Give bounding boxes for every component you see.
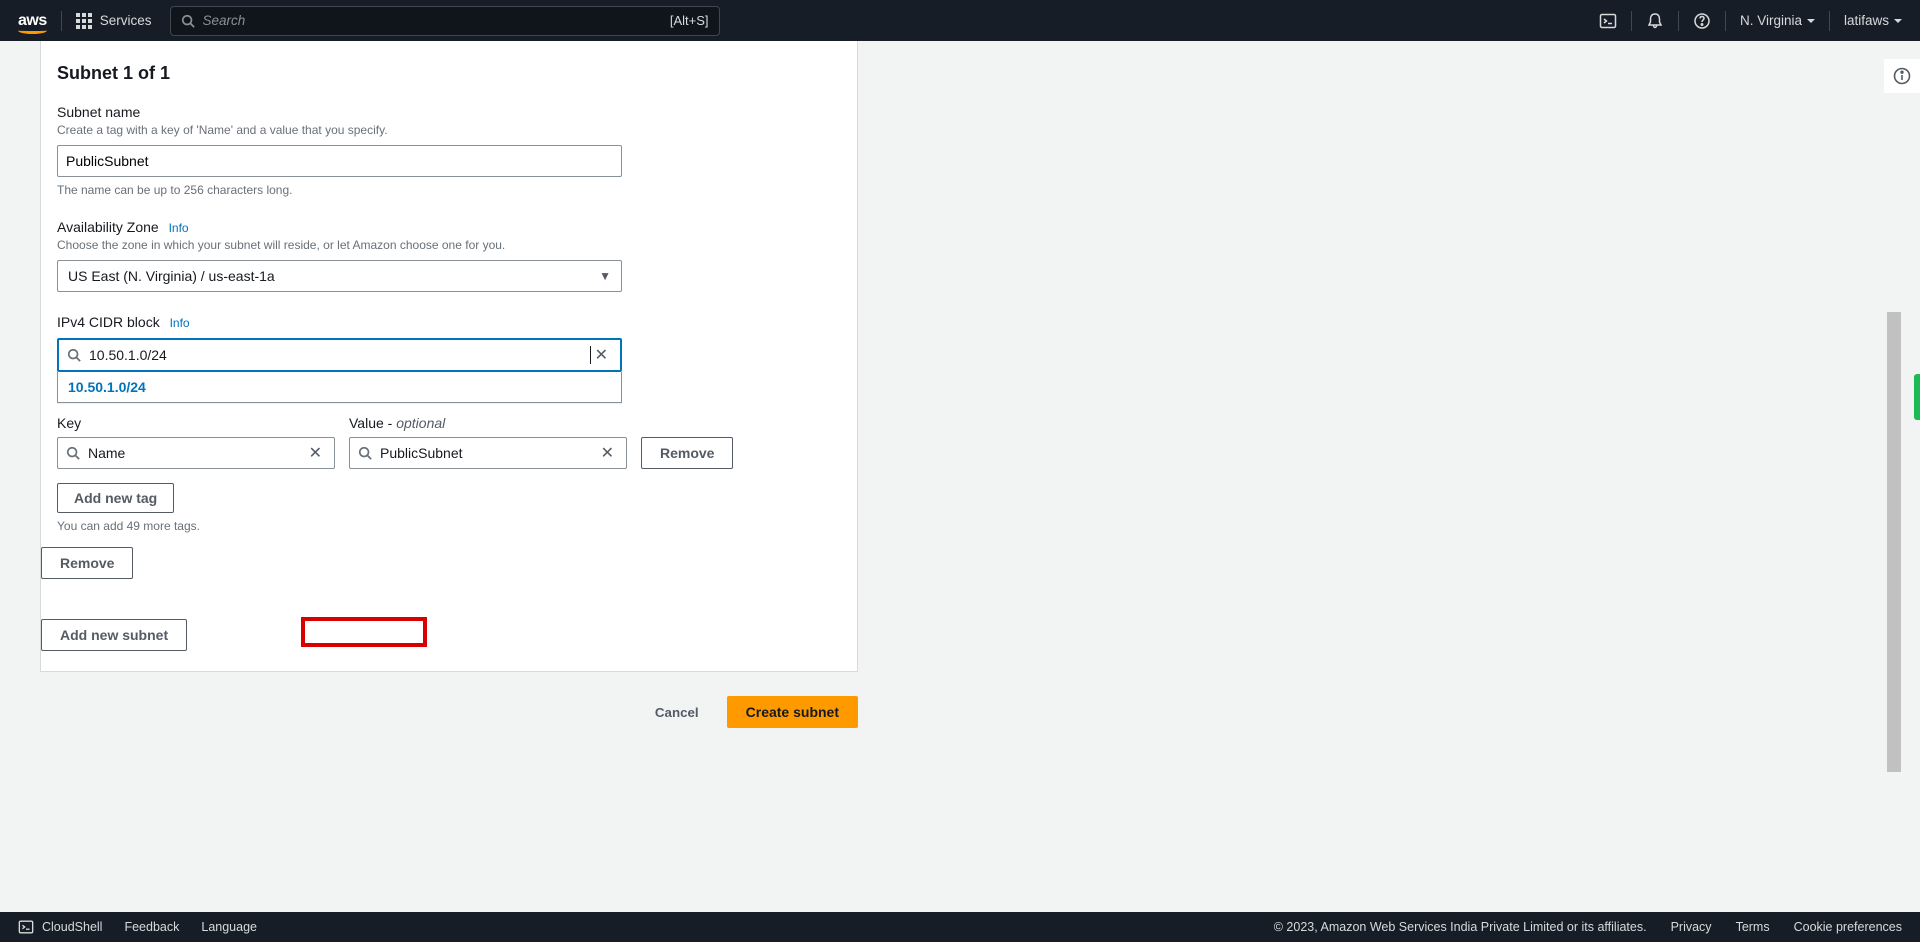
add-subnet-button[interactable]: Add new subnet: [41, 619, 187, 651]
cidr-label: IPv4 CIDR block: [57, 314, 160, 330]
aws-logo[interactable]: aws: [18, 12, 47, 30]
cookie-preferences-link[interactable]: Cookie preferences: [1794, 920, 1902, 934]
search-placeholder: Search: [203, 13, 662, 28]
terms-link[interactable]: Terms: [1736, 920, 1770, 934]
key-column-label: Key: [57, 415, 335, 431]
az-hint: Choose the zone in which your subnet wil…: [57, 238, 841, 252]
chevron-down-icon: ▼: [599, 269, 611, 283]
nav-divider: [1725, 11, 1726, 31]
tag-value-input[interactable]: PublicSubnet ✕: [349, 437, 627, 469]
region-selector[interactable]: N. Virginia: [1740, 13, 1815, 28]
workspace: Subnet 1 of 1 Subnet name Create a tag w…: [0, 41, 1920, 912]
cloudshell-button[interactable]: CloudShell: [18, 919, 102, 935]
help-icon[interactable]: [1693, 12, 1711, 30]
subnet-name-label: Subnet name: [57, 104, 140, 120]
az-value: US East (N. Virginia) / us-east-1a: [68, 268, 275, 284]
cloudshell-icon: [18, 919, 34, 935]
caret-down-icon: [1894, 19, 1902, 23]
annotation-highlight: [301, 617, 427, 647]
az-label: Availability Zone: [57, 219, 159, 235]
cancel-button[interactable]: Cancel: [637, 696, 717, 728]
side-tab[interactable]: [1914, 374, 1920, 420]
value-column-label: Value - optional: [349, 415, 627, 431]
remove-tag-button[interactable]: Remove: [641, 437, 733, 469]
account-menu[interactable]: latifaws: [1844, 13, 1902, 28]
az-select[interactable]: US East (N. Virginia) / us-east-1a ▼: [57, 260, 622, 292]
clear-icon[interactable]: ✕: [597, 443, 618, 463]
tag-value-value: PublicSubnet: [380, 445, 597, 461]
language-link[interactable]: Language: [201, 920, 257, 934]
nav-divider: [1631, 11, 1632, 31]
action-row: Cancel Create subnet: [40, 696, 858, 728]
nav-divider: [61, 11, 62, 31]
search-hint: [Alt+S]: [670, 13, 709, 28]
subnet-panel: Subnet 1 of 1 Subnet name Create a tag w…: [40, 41, 858, 672]
subnet-name-input[interactable]: [57, 145, 622, 177]
bottomnav: CloudShell Feedback Language © 2023, Ama…: [0, 912, 1920, 942]
subnet-name-hint: Create a tag with a key of 'Name' and a …: [57, 123, 841, 137]
add-tag-button[interactable]: Add new tag: [57, 483, 174, 513]
cloudshell-icon[interactable]: [1599, 12, 1617, 30]
services-label: Services: [100, 13, 152, 28]
tag-key-input[interactable]: Name ✕: [57, 437, 335, 469]
search-icon: [181, 14, 195, 28]
services-menu[interactable]: Services: [76, 13, 152, 29]
tag-key-value: Name: [88, 445, 305, 461]
tag-limit-hint: You can add 49 more tags.: [57, 519, 841, 533]
search-icon: [66, 446, 80, 460]
copyright-text: © 2023, Amazon Web Services India Privat…: [1274, 920, 1647, 934]
search-icon: [358, 446, 372, 460]
subnet-name-block: Subnet name Create a tag with a key of '…: [41, 100, 857, 197]
az-info-link[interactable]: Info: [169, 221, 189, 235]
cidr-info-link[interactable]: Info: [170, 316, 190, 330]
nav-divider: [1678, 11, 1679, 31]
topnav: aws Services Search [Alt+S] N. Virginia …: [0, 0, 1920, 41]
global-search[interactable]: Search [Alt+S]: [170, 6, 720, 36]
clear-icon[interactable]: ✕: [305, 443, 326, 463]
cidr-block: IPv4 CIDR block Info 10.50.1.0/24 ✕ 10.5…: [41, 310, 857, 403]
grid-icon: [76, 13, 92, 29]
cidr-input[interactable]: 10.50.1.0/24 ✕: [57, 338, 622, 372]
subnet-name-below-hint: The name can be up to 256 characters lon…: [57, 183, 841, 197]
nav-right: N. Virginia latifaws: [1599, 11, 1902, 31]
section-title: Subnet 1 of 1: [41, 41, 857, 94]
remove-subnet-button[interactable]: Remove: [41, 547, 133, 579]
scrollbar-thumb[interactable]: [1887, 312, 1901, 772]
privacy-link[interactable]: Privacy: [1671, 920, 1712, 934]
feedback-link[interactable]: Feedback: [124, 920, 179, 934]
cidr-value: 10.50.1.0/24: [89, 346, 591, 364]
clear-icon[interactable]: ✕: [591, 345, 612, 365]
cidr-suggestion[interactable]: 10.50.1.0/24: [58, 372, 621, 402]
scrollbar[interactable]: [1886, 82, 1902, 882]
nav-divider: [1829, 11, 1830, 31]
bell-icon[interactable]: [1646, 12, 1664, 30]
az-block: Availability Zone Info Choose the zone i…: [41, 215, 857, 292]
caret-down-icon: [1807, 19, 1815, 23]
create-subnet-button[interactable]: Create subnet: [727, 696, 858, 728]
search-icon: [67, 348, 81, 362]
cidr-dropdown: 10.50.1.0/24: [57, 372, 622, 403]
